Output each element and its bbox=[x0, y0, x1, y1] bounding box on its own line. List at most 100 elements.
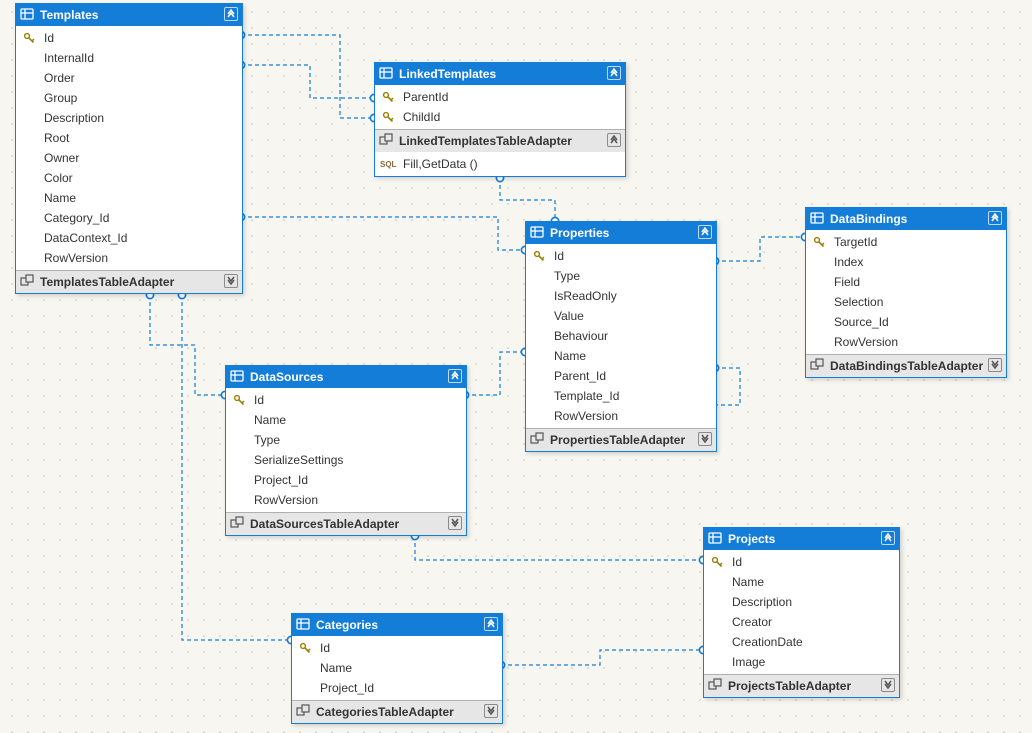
column-item[interactable]: Id bbox=[526, 246, 716, 266]
column-item[interactable]: TargetId bbox=[806, 232, 1006, 252]
column-item[interactable]: Creator bbox=[704, 612, 899, 632]
expand-down-icon[interactable] bbox=[881, 678, 895, 692]
column-item[interactable]: Id bbox=[226, 390, 466, 410]
expand-down-icon[interactable] bbox=[484, 704, 498, 718]
entity-title-bar[interactable]: Categories bbox=[292, 614, 502, 636]
table-icon bbox=[379, 66, 393, 80]
entity-databindings[interactable]: DataBindingsTargetIdIndexFieldSelectionS… bbox=[805, 207, 1007, 378]
collapse-up-icon[interactable] bbox=[698, 225, 712, 239]
column-name: Template_Id bbox=[554, 389, 619, 403]
column-item[interactable]: Category_Id bbox=[16, 208, 242, 228]
column-item[interactable]: Name bbox=[704, 572, 899, 592]
table-icon bbox=[708, 531, 722, 545]
column-item[interactable]: Source_Id bbox=[806, 312, 1006, 332]
relationship-templates-linked-parent[interactable] bbox=[241, 65, 374, 98]
entity-projects[interactable]: ProjectsIdNameDescriptionCreatorCreation… bbox=[703, 527, 900, 698]
column-item[interactable]: ChildId bbox=[375, 107, 625, 127]
column-item[interactable]: Owner bbox=[16, 148, 242, 168]
entity-templates[interactable]: TemplatesIdInternalIdOrderGroupDescripti… bbox=[15, 3, 243, 294]
column-name: Category_Id bbox=[44, 211, 109, 225]
column-item[interactable]: Id bbox=[704, 552, 899, 572]
column-item[interactable]: Behaviour bbox=[526, 326, 716, 346]
column-item[interactable]: Parent_Id bbox=[526, 366, 716, 386]
column-item[interactable]: Name bbox=[526, 346, 716, 366]
collapse-up-icon[interactable] bbox=[484, 617, 498, 631]
column-item[interactable]: RowVersion bbox=[226, 490, 466, 510]
table-adapter-bar[interactable]: CategoriesTableAdapter bbox=[292, 700, 502, 723]
expand-down-icon[interactable] bbox=[224, 274, 238, 288]
relationship-datasources-projects[interactable] bbox=[415, 536, 703, 560]
table-adapter-bar[interactable]: ProjectsTableAdapter bbox=[704, 674, 899, 697]
adapter-icon bbox=[530, 432, 544, 446]
column-item[interactable]: Value bbox=[526, 306, 716, 326]
expand-down-icon[interactable] bbox=[988, 358, 1002, 372]
column-item[interactable]: Name bbox=[16, 188, 242, 208]
entity-datasources[interactable]: DataSources IdName Type SerializeSettingsPr… bbox=[225, 365, 467, 536]
method-name: Fill,GetData () bbox=[403, 157, 478, 171]
method-item[interactable]: SQLFill,GetData () bbox=[375, 154, 625, 174]
entity-title-bar[interactable]: LinkedTemplates bbox=[375, 63, 625, 85]
table-adapter-bar[interactable]: DataBindingsTableAdapter bbox=[806, 354, 1006, 377]
expand-down-icon[interactable] bbox=[448, 516, 462, 530]
column-item[interactable]: RowVersion bbox=[16, 248, 242, 268]
column-item[interactable]: Image bbox=[704, 652, 899, 672]
entity-title-bar[interactable]: Projects bbox=[704, 528, 899, 550]
column-item[interactable]: Description bbox=[704, 592, 899, 612]
table-adapter-bar[interactable]: DataSourcesTableAdapter bbox=[226, 512, 466, 535]
column-item[interactable]: Index bbox=[806, 252, 1006, 272]
column-item[interactable]: InternalId bbox=[16, 48, 242, 68]
collapse-up-icon[interactable] bbox=[607, 133, 621, 147]
column-item[interactable]: Id bbox=[16, 28, 242, 48]
collapse-up-icon[interactable] bbox=[881, 531, 895, 545]
column-item[interactable]: RowVersion bbox=[806, 332, 1006, 352]
entity-title: DataSources bbox=[250, 370, 323, 384]
relationship-datasources-databindings[interactable] bbox=[465, 352, 525, 395]
column-item[interactable]: RowVersion bbox=[526, 406, 716, 426]
relationship-templates-linked-child[interactable] bbox=[241, 35, 374, 118]
column-item[interactable]: Description bbox=[16, 108, 242, 128]
column-item[interactable]: Project_Id bbox=[226, 470, 466, 490]
column-item[interactable]: Id bbox=[292, 638, 502, 658]
column-name: RowVersion bbox=[834, 335, 898, 349]
table-adapter-bar[interactable]: PropertiesTableAdapter bbox=[526, 428, 716, 451]
entity-title-bar[interactable]: Templates bbox=[16, 4, 242, 26]
column-item[interactable]: Template_Id bbox=[526, 386, 716, 406]
expand-down-icon[interactable] bbox=[698, 432, 712, 446]
column-item[interactable]: Type bbox=[526, 266, 716, 286]
column-item[interactable]: Name bbox=[226, 410, 466, 430]
column-name: Type bbox=[254, 433, 280, 447]
entity-linkedtemplates[interactable]: LinkedTemplatesParentIdChildIdLinkedTemp… bbox=[374, 62, 626, 177]
column-item[interactable]: Field bbox=[806, 272, 1006, 292]
entity-title-bar[interactable]: DataSources bbox=[226, 366, 466, 388]
collapse-up-icon[interactable] bbox=[988, 211, 1002, 225]
column-item[interactable]: Selection bbox=[806, 292, 1006, 312]
column-list: IdNameDescriptionCreatorCreationDateImag… bbox=[704, 550, 899, 674]
column-item[interactable]: Root bbox=[16, 128, 242, 148]
primary-key-icon bbox=[23, 32, 35, 44]
table-adapter-bar[interactable]: TemplatesTableAdapter bbox=[16, 270, 242, 293]
column-item[interactable]: ParentId bbox=[375, 87, 625, 107]
relationship-templates-datasources[interactable] bbox=[150, 295, 225, 395]
collapse-up-icon[interactable] bbox=[224, 7, 238, 21]
relationship-categories-projects[interactable] bbox=[501, 650, 703, 665]
column-item[interactable]: CreationDate bbox=[704, 632, 899, 652]
collapse-up-icon[interactable] bbox=[448, 369, 462, 383]
relationship-properties-databindings[interactable] bbox=[715, 237, 805, 261]
entity-properties[interactable]: PropertiesIdTypeIsReadOnlyValueBehaviour… bbox=[525, 221, 717, 452]
entity-title-bar[interactable]: Properties bbox=[526, 222, 716, 244]
collapse-up-icon[interactable] bbox=[607, 66, 621, 80]
column-item[interactable]: Type bbox=[226, 430, 466, 450]
relationship-linked-properties[interactable] bbox=[500, 178, 555, 221]
entity-categories[interactable]: CategoriesIdNameProject_IdCategoriesTabl… bbox=[291, 613, 503, 724]
column-item[interactable]: SerializeSettings bbox=[226, 450, 466, 470]
column-item[interactable]: Project_Id bbox=[292, 678, 502, 698]
column-item[interactable]: Color bbox=[16, 168, 242, 188]
relationship-templates-properties[interactable] bbox=[241, 217, 525, 250]
column-item[interactable]: DataContext_Id bbox=[16, 228, 242, 248]
entity-title-bar[interactable]: DataBindings bbox=[806, 208, 1006, 230]
column-item[interactable]: Order bbox=[16, 68, 242, 88]
column-item[interactable]: Group bbox=[16, 88, 242, 108]
column-item[interactable]: IsReadOnly bbox=[526, 286, 716, 306]
table-adapter-bar[interactable]: LinkedTemplatesTableAdapter bbox=[375, 129, 625, 152]
column-item[interactable]: Name bbox=[292, 658, 502, 678]
